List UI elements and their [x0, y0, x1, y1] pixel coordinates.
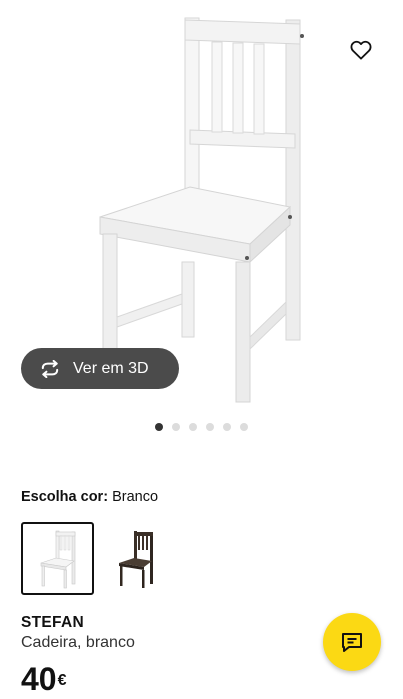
color-choice-line: Escolha cor: Branco	[21, 489, 158, 505]
pagination-dot[interactable]	[155, 423, 163, 431]
pagination-dot[interactable]	[223, 423, 231, 431]
chat-bubble-icon	[342, 633, 362, 652]
gallery-pagination	[155, 423, 248, 431]
pagination-dot[interactable]	[189, 423, 197, 431]
dark-brown-chair-thumbnail	[118, 530, 153, 588]
white-chair-thumbnail	[40, 530, 75, 588]
rotate-3d-icon	[41, 359, 59, 378]
view-3d-label: Ver em 3D	[73, 359, 149, 377]
chat-button[interactable]	[323, 613, 381, 671]
price-value: 40	[21, 661, 57, 697]
color-choice-value: Branco	[112, 489, 159, 505]
view-3d-button[interactable]: Ver em 3D	[21, 348, 179, 389]
pagination-dot[interactable]	[240, 423, 248, 431]
price-currency: €	[57, 672, 67, 689]
dark-brown-chair-swatch[interactable]	[99, 522, 172, 595]
product-name: STEFAN	[21, 614, 84, 631]
pagination-dot[interactable]	[206, 423, 214, 431]
color-choice-label: Escolha cor:	[21, 489, 109, 505]
product-description: Cadeira, branco	[21, 634, 135, 651]
heart-outline-icon	[350, 40, 372, 60]
favorite-button[interactable]	[346, 35, 376, 65]
white-chair-swatch[interactable]	[21, 522, 94, 595]
pagination-dot[interactable]	[172, 423, 180, 431]
product-price: 40€	[21, 660, 67, 698]
